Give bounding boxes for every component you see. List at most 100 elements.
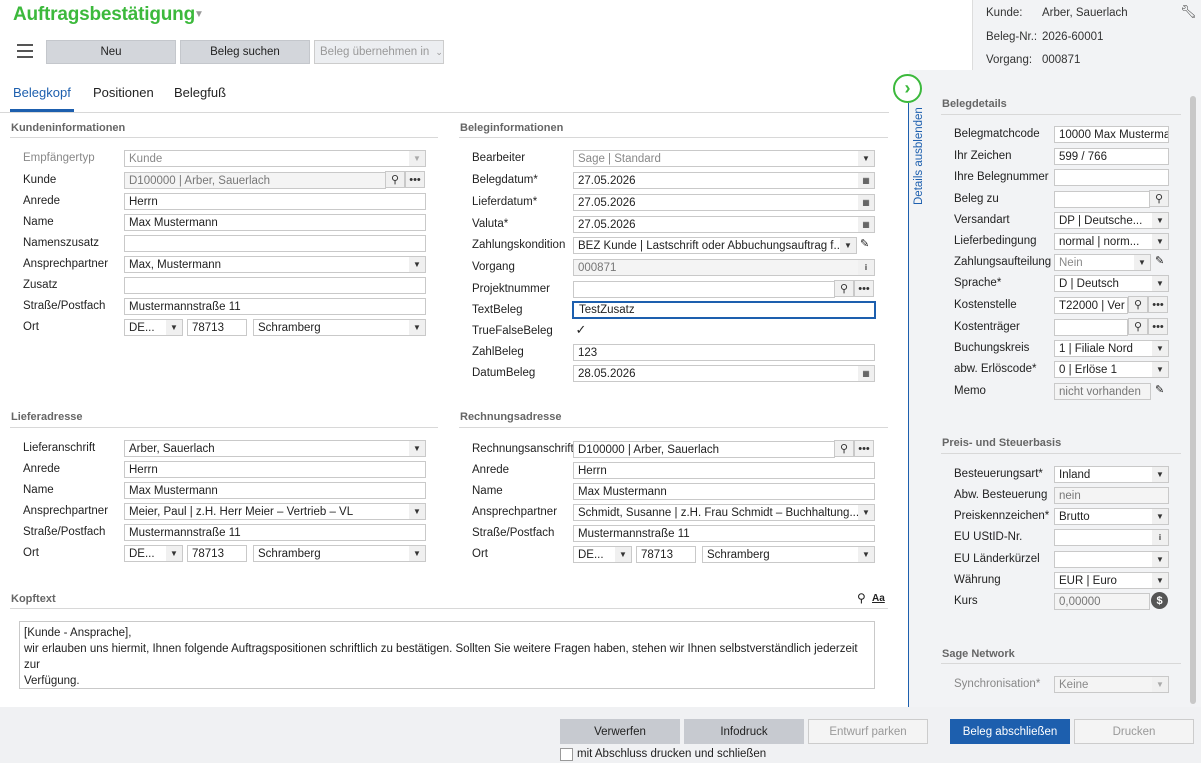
customer-field[interactable]: D100000 | Arber, Sauerlach	[124, 172, 386, 189]
wrench-icon[interactable]: 🔧︎	[1180, 4, 1197, 20]
search-icon[interactable]: ⚲	[834, 280, 854, 297]
title-dropdown-icon[interactable]: ▼	[194, 9, 204, 20]
delivery-zip-field[interactable]: 78713	[187, 545, 247, 562]
invoice-address-field[interactable]: D100000 | Arber, Sauerlach	[573, 441, 835, 458]
city-select[interactable]: Schramberg ▼	[253, 319, 426, 336]
name-suffix-field[interactable]	[124, 235, 426, 252]
delivery-country-select[interactable]: DE... ▼	[124, 545, 183, 562]
invoice-name-field[interactable]: Max Mustermann	[573, 483, 875, 500]
pencil-icon[interactable]: ✎	[1155, 254, 1164, 267]
rate-field[interactable]: 0,00000	[1054, 593, 1150, 610]
currency-exchange-icon[interactable]: $	[1151, 592, 1168, 609]
delivery-name-field[interactable]: Max Mustermann	[124, 482, 426, 499]
invoice-contact-select[interactable]: Schmidt, Susanne | z.H. Frau Schmidt – B…	[573, 504, 875, 521]
info-icon[interactable]: i	[858, 260, 874, 275]
revenue-code-select[interactable]: 0 | Erlöse 1 ▼	[1054, 361, 1169, 378]
info-print-button[interactable]: Infodruck	[684, 719, 804, 744]
search-icon[interactable]: ⚲	[385, 171, 405, 188]
price-indicator-select[interactable]: Brutto ▼	[1054, 508, 1169, 525]
search-icon[interactable]: ⚲	[1149, 190, 1169, 207]
more-icon[interactable]: •••	[1148, 296, 1168, 313]
sync-select[interactable]: Keine ▼	[1054, 676, 1169, 693]
editor-select[interactable]: Sage | Standard ▼	[573, 150, 875, 167]
invoice-street-field[interactable]: Mustermannstraße 11	[573, 525, 875, 542]
textbeleg-field[interactable]: TestZusatz	[572, 301, 876, 319]
taxation-type-select[interactable]: Inland ▼	[1054, 466, 1169, 483]
info-icon[interactable]: i	[1152, 530, 1168, 545]
memo-field[interactable]: nicht vorhanden	[1054, 383, 1151, 400]
invoice-salutation-field[interactable]: Herrn	[573, 462, 875, 479]
print-on-finish-checkbox[interactable]	[560, 748, 573, 761]
tab-positionen[interactable]: Positionen	[93, 85, 154, 100]
payment-split-select[interactable]: Nein ▼	[1054, 254, 1151, 271]
calendar-icon[interactable]: ▦	[858, 173, 874, 188]
doc-ref-field[interactable]	[1054, 191, 1150, 208]
booking-circle-select[interactable]: 1 | Filiale Nord ▼	[1054, 340, 1169, 357]
discard-button[interactable]: Verwerfen	[560, 719, 680, 744]
process-field[interactable]: 000871 i	[573, 259, 875, 276]
invoice-city-select[interactable]: Schramberg ▼	[702, 546, 875, 563]
more-icon[interactable]: •••	[854, 440, 874, 457]
search-icon[interactable]: ⚲	[1128, 318, 1148, 335]
delivery-terms-select[interactable]: normal | norm... ▼	[1054, 233, 1169, 250]
alt-taxation-field[interactable]: nein	[1054, 487, 1169, 504]
new-button[interactable]: Neu	[46, 40, 176, 64]
delivery-city-select[interactable]: Schramberg ▼	[253, 545, 426, 562]
pencil-icon[interactable]: ✎	[1155, 383, 1164, 396]
hide-details-toggle[interactable]: Details ausblenden	[913, 107, 925, 205]
pencil-icon[interactable]: ✎	[860, 237, 875, 250]
recipient-type-select[interactable]: Kunde ▼	[124, 150, 426, 167]
addition-field[interactable]	[124, 277, 426, 294]
contact-select[interactable]: Max, Mustermann ▼	[124, 256, 426, 273]
delivery-address-select[interactable]: Arber, Sauerlach ▼	[124, 440, 426, 457]
datumbeleg-field[interactable]: 28.05.2026 ▦	[573, 365, 875, 382]
more-icon[interactable]: •••	[854, 280, 874, 297]
name-field[interactable]: Max Mustermann	[124, 214, 426, 231]
cost-center-field[interactable]: T22000 | Ver	[1054, 297, 1128, 314]
menu-icon[interactable]	[17, 44, 33, 58]
tab-belegkopf[interactable]: Belegkopf	[13, 85, 71, 100]
payment-terms-select[interactable]: BEZ Kunde | Lastschrift oder Abbuchungsa…	[573, 237, 857, 254]
your-docnumber-field[interactable]	[1054, 169, 1169, 186]
zip-field[interactable]: 78713	[187, 319, 247, 336]
salutation-field[interactable]: Herrn	[124, 193, 426, 210]
delivery-street-field[interactable]: Mustermannstraße 11	[124, 524, 426, 541]
zahlbeleg-field[interactable]: 123	[573, 344, 875, 361]
calendar-icon[interactable]: ▦	[858, 366, 874, 381]
print-button[interactable]: Drucken	[1074, 719, 1194, 744]
calendar-icon[interactable]: ▦	[858, 217, 874, 232]
format-text-icon[interactable]: Aa	[872, 593, 885, 604]
invoice-zip-field[interactable]: 78713	[636, 546, 696, 563]
your-sign-field[interactable]: 599 / 766	[1054, 148, 1169, 165]
headertext-textarea[interactable]: [Kunde - Ansprache], wir erlauben uns hi…	[19, 621, 875, 689]
delivery-date-field[interactable]: 27.05.2026 ▦	[573, 194, 875, 211]
search-icon[interactable]: ⚲	[1128, 296, 1148, 313]
doc-date-field[interactable]: 27.05.2026 ▦	[573, 172, 875, 189]
invoice-country-select[interactable]: DE... ▼	[573, 546, 632, 563]
shipping-select[interactable]: DP | Deutsche... ▼	[1054, 212, 1169, 229]
search-icon[interactable]: ⚲	[834, 440, 854, 457]
transfer-document-dropdown[interactable]: Beleg übernehmen in ⌄	[314, 40, 444, 64]
park-draft-button[interactable]: Entwurf parken	[808, 719, 928, 744]
language-select[interactable]: D | Deutsch ▼	[1054, 275, 1169, 292]
delivery-salutation-field[interactable]: Herrn	[124, 461, 426, 478]
truefalse-checkbox[interactable]: ✓	[574, 323, 588, 337]
chevron-right-icon[interactable]: ›	[893, 74, 922, 103]
tab-belegfuss[interactable]: Belegfuß	[174, 85, 226, 100]
street-field[interactable]: Mustermannstraße 11	[124, 298, 426, 315]
cost-unit-field[interactable]	[1054, 319, 1128, 336]
delivery-contact-select[interactable]: Meier, Paul | z.H. Herr Meier – Vertrieb…	[124, 503, 426, 520]
finish-document-button[interactable]: Beleg abschließen	[950, 719, 1070, 744]
sidebar-scrollbar[interactable]	[1190, 96, 1196, 704]
valuta-field[interactable]: 27.05.2026 ▦	[573, 216, 875, 233]
search-document-button[interactable]: Beleg suchen	[180, 40, 310, 64]
project-number-field[interactable]	[573, 281, 835, 298]
calendar-icon[interactable]: ▦	[858, 195, 874, 210]
more-icon[interactable]: •••	[405, 171, 425, 188]
matchcode-field[interactable]: 10000 Max Mustermai	[1054, 126, 1169, 143]
currency-select[interactable]: EUR | Euro ▼	[1054, 572, 1169, 589]
country-code-select[interactable]: ▼	[1054, 551, 1169, 568]
more-icon[interactable]: •••	[1148, 318, 1168, 335]
vat-id-field[interactable]: i	[1054, 529, 1169, 546]
search-icon[interactable]: ⚲	[857, 591, 866, 605]
